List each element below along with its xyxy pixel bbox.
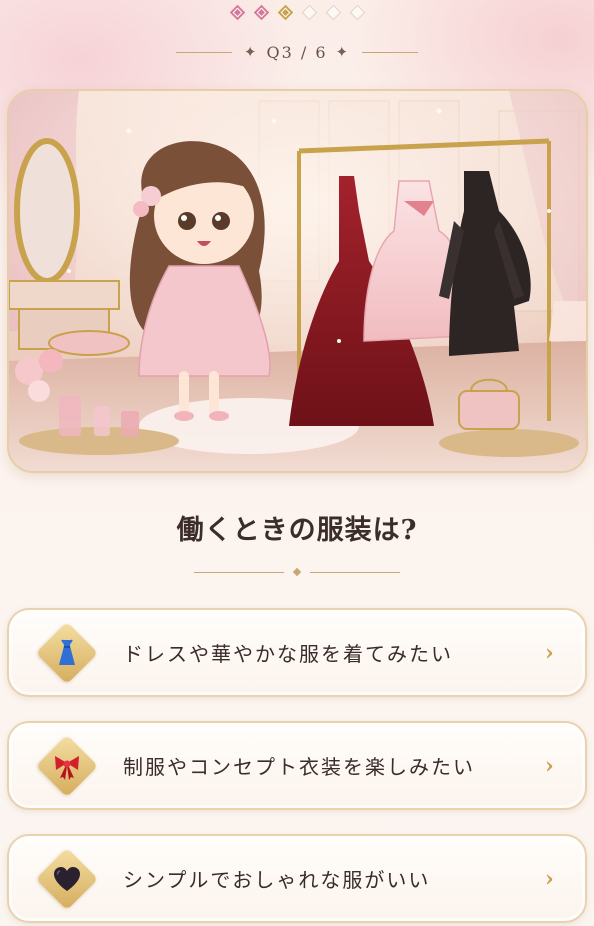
question-divider bbox=[0, 565, 594, 579]
progress-step-4 bbox=[301, 4, 317, 21]
answer-option-2[interactable]: 制服やコンセプト衣装を楽しみたい › bbox=[7, 721, 587, 810]
hero-illustration bbox=[7, 89, 588, 473]
answer-option-3[interactable]: シンプルでおしゃれな服がいい › bbox=[7, 834, 587, 923]
divider-line bbox=[362, 51, 419, 53]
progress-step-5 bbox=[325, 4, 341, 21]
chevron-right-icon: › bbox=[545, 752, 554, 779]
progress-step-1 bbox=[229, 4, 245, 21]
red-ribbon-icon bbox=[55, 755, 79, 780]
progress-step-2 bbox=[253, 4, 269, 21]
chevron-right-icon: › bbox=[545, 639, 554, 666]
diamond-ornament-icon bbox=[292, 567, 302, 577]
option-label: ドレスや華やかな服を着てみたい bbox=[123, 642, 453, 666]
blue-dress-icon bbox=[59, 638, 75, 665]
option-badge bbox=[35, 847, 99, 911]
question-counter-text: Q3 / 6 bbox=[266, 42, 328, 62]
progress-indicator bbox=[0, 4, 594, 21]
chevron-right-icon: › bbox=[545, 865, 554, 892]
question-counter: ✦ Q3 / 6 ✦ bbox=[244, 43, 350, 62]
progress-step-6 bbox=[349, 4, 365, 21]
question-title: 働くときの服装は? bbox=[176, 515, 418, 546]
progress-step-3 bbox=[277, 4, 293, 21]
option-badge bbox=[35, 734, 99, 798]
divider-line bbox=[175, 51, 232, 53]
divider-line bbox=[194, 571, 284, 573]
sparkle-icon: ✦ bbox=[335, 43, 351, 61]
answer-option-1[interactable]: ドレスや華やかな服を着てみたい › bbox=[7, 608, 587, 697]
black-heart-icon bbox=[54, 866, 80, 891]
question-counter-row: ✦ Q3 / 6 ✦ bbox=[0, 40, 594, 64]
option-label: 制服やコンセプト衣装を楽しみたい bbox=[123, 755, 475, 779]
option-badge bbox=[35, 621, 99, 685]
dressing-room-illustration bbox=[9, 91, 586, 471]
option-label: シンプルでおしゃれな服がいい bbox=[123, 868, 431, 892]
sparkle-icon: ✦ bbox=[243, 43, 259, 61]
divider-line bbox=[310, 571, 400, 573]
